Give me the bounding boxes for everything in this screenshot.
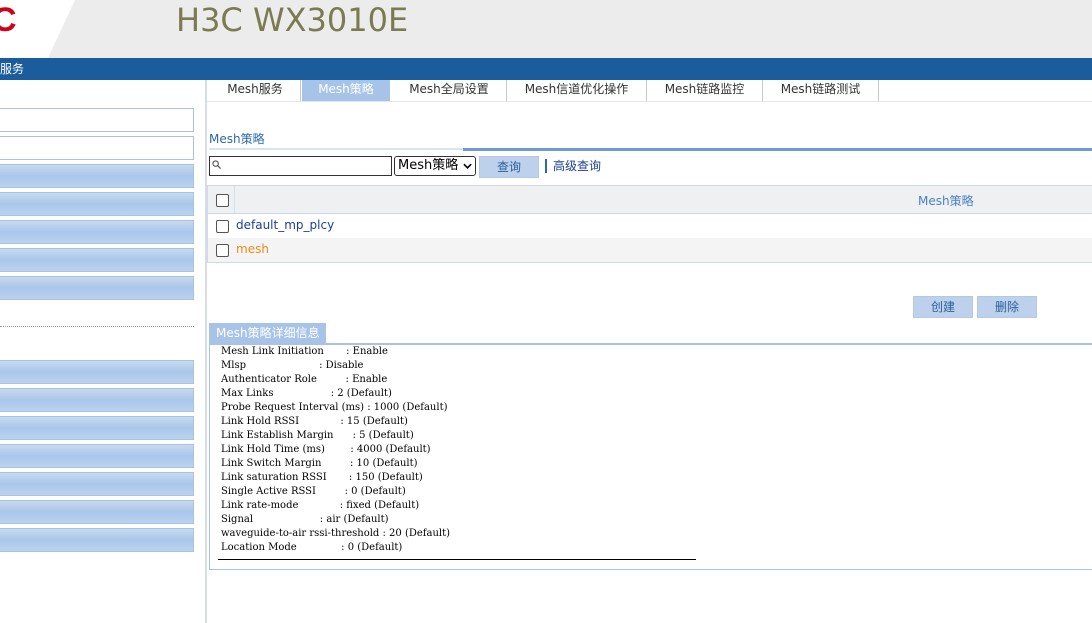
table-header: Mesh策略 (208, 186, 1092, 214)
delete-button[interactable]: 删除 (977, 296, 1037, 318)
policy-name-link[interactable]: mesh (236, 242, 269, 256)
chevron-down-icon (463, 163, 472, 169)
table-row: default_mp_plcy (208, 214, 1092, 238)
sidebar-item[interactable] (0, 276, 194, 300)
column-header-mesh-policy[interactable]: Mesh策略 (918, 194, 974, 208)
search-input[interactable] (209, 156, 392, 176)
sidebar (0, 80, 207, 623)
sidebar-item[interactable] (0, 220, 194, 244)
tab-mesh-channel-optimization[interactable]: Mesh信道优化操作 (507, 80, 647, 102)
row-checkbox[interactable] (216, 220, 229, 233)
sidebar-divider (0, 326, 194, 327)
detail-panel: Mesh Link Initiation : Enable Mlsp : Dis… (209, 344, 1092, 570)
sidebar-item[interactable] (0, 136, 194, 160)
app-header: C H3C WX3010E (0, 0, 1092, 58)
section-title: Mesh策略 (209, 132, 265, 146)
tab-mesh-global-settings[interactable]: Mesh全局设置 (392, 80, 507, 102)
policy-detail-text: Mesh Link Initiation : Enable Mlsp : Dis… (221, 346, 451, 553)
sidebar-item[interactable] (0, 472, 194, 496)
sidebar-item[interactable] (0, 444, 194, 468)
sidebar-item[interactable] (0, 528, 194, 552)
sidebar-item[interactable] (0, 416, 194, 440)
select-value: Mesh策略 (398, 158, 459, 173)
tab-mesh-policy[interactable]: Mesh策略 (302, 80, 390, 102)
table-row: mesh (208, 238, 1092, 262)
sidebar-item[interactable] (0, 192, 194, 216)
sidebar-item[interactable] (0, 500, 194, 524)
search-field-select[interactable]: Mesh策略 (394, 156, 476, 176)
policy-table: Mesh策略 default_mp_plcy mesh (207, 185, 1092, 263)
tab-mesh-link-monitor[interactable]: Mesh链路监控 (647, 80, 763, 102)
nav-section-label[interactable]: 服务 (0, 61, 24, 77)
navigation-bar: 服务 (0, 58, 1092, 80)
query-button[interactable]: 查询 (479, 156, 539, 178)
product-title: H3C WX3010E (176, 1, 409, 39)
policy-name-link[interactable]: default_mp_plcy (236, 218, 334, 232)
sidebar-item[interactable] (0, 164, 194, 188)
row-checkbox[interactable] (216, 244, 229, 257)
sidebar-item[interactable] (0, 388, 194, 412)
detail-panel-title: Mesh策略详细信息 (209, 323, 326, 344)
select-all-checkbox[interactable] (216, 194, 229, 207)
sidebar-item[interactable] (0, 360, 194, 384)
advanced-query-link[interactable]: 高级查询 (553, 159, 601, 173)
sidebar-item[interactable] (0, 108, 194, 132)
create-button[interactable]: 创建 (913, 296, 973, 318)
tab-mesh-link-test[interactable]: Mesh链路测试 (763, 80, 879, 102)
tab-mesh-service[interactable]: Mesh服务 (210, 80, 301, 102)
h3c-logo: C (0, 1, 17, 39)
detail-divider (218, 559, 696, 560)
search-icon (212, 160, 221, 169)
sidebar-item[interactable] (0, 248, 194, 272)
